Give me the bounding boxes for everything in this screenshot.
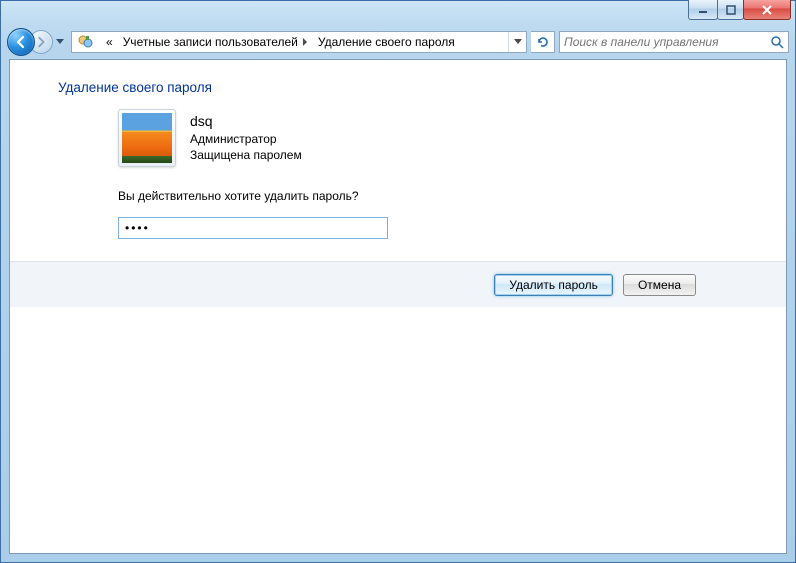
client-area: Удаление своего пароля dsq Администратор… — [9, 59, 787, 554]
avatar — [118, 109, 176, 167]
navigation-row: « Учетные записи пользователей Удаление … — [1, 27, 795, 59]
titlebar — [1, 1, 795, 27]
user-name: dsq — [190, 112, 302, 131]
delete-password-button[interactable]: Удалить пароль — [494, 274, 613, 296]
window-controls — [689, 0, 791, 20]
control-panel-icon — [76, 34, 96, 50]
page-title: Удаление своего пароля — [10, 80, 786, 109]
refresh-button[interactable] — [531, 31, 555, 53]
breadcrumb-segment-2[interactable]: Удаление своего пароля — [312, 32, 459, 52]
password-input[interactable] — [125, 221, 381, 235]
breadcrumb-prefix[interactable]: « — [100, 32, 117, 52]
user-row: dsq Администратор Защищена паролем — [10, 109, 786, 167]
user-status: Защищена паролем — [190, 147, 302, 163]
avatar-image — [122, 113, 172, 163]
user-role: Администратор — [190, 131, 302, 147]
back-button[interactable] — [7, 28, 35, 56]
delete-password-button-label: Удалить пароль — [509, 278, 598, 292]
footer: Удалить пароль Отмена — [10, 261, 786, 307]
search-icon[interactable] — [766, 32, 788, 52]
content: Удаление своего пароля dsq Администратор… — [10, 60, 786, 307]
breadcrumb-segment-1-label: Учетные записи пользователей — [123, 35, 298, 49]
cancel-button[interactable]: Отмена — [623, 274, 696, 296]
search-bar[interactable] — [559, 31, 789, 53]
window-frame: « Учетные записи пользователей Удаление … — [0, 0, 796, 563]
address-dropdown[interactable] — [508, 32, 526, 52]
close-button[interactable] — [743, 0, 791, 20]
breadcrumb-segment-2-label: Удаление своего пароля — [318, 35, 455, 49]
confirmation-question: Вы действительно хотите удалить пароль? — [10, 189, 786, 203]
maximize-button[interactable] — [717, 0, 744, 20]
breadcrumb-segment-1[interactable]: Учетные записи пользователей — [117, 32, 312, 52]
breadcrumb-prefix-label: « — [106, 35, 113, 49]
minimize-button[interactable] — [688, 0, 718, 20]
nav-history-dropdown[interactable] — [54, 36, 66, 48]
search-input[interactable] — [560, 35, 766, 49]
nav-buttons — [7, 27, 67, 57]
chevron-right-icon — [302, 35, 308, 49]
password-field[interactable] — [118, 217, 388, 239]
address-bar[interactable]: « Учетные записи пользователей Удаление … — [71, 31, 527, 53]
cancel-button-label: Отмена — [638, 278, 681, 292]
user-info: dsq Администратор Защищена паролем — [190, 112, 302, 163]
